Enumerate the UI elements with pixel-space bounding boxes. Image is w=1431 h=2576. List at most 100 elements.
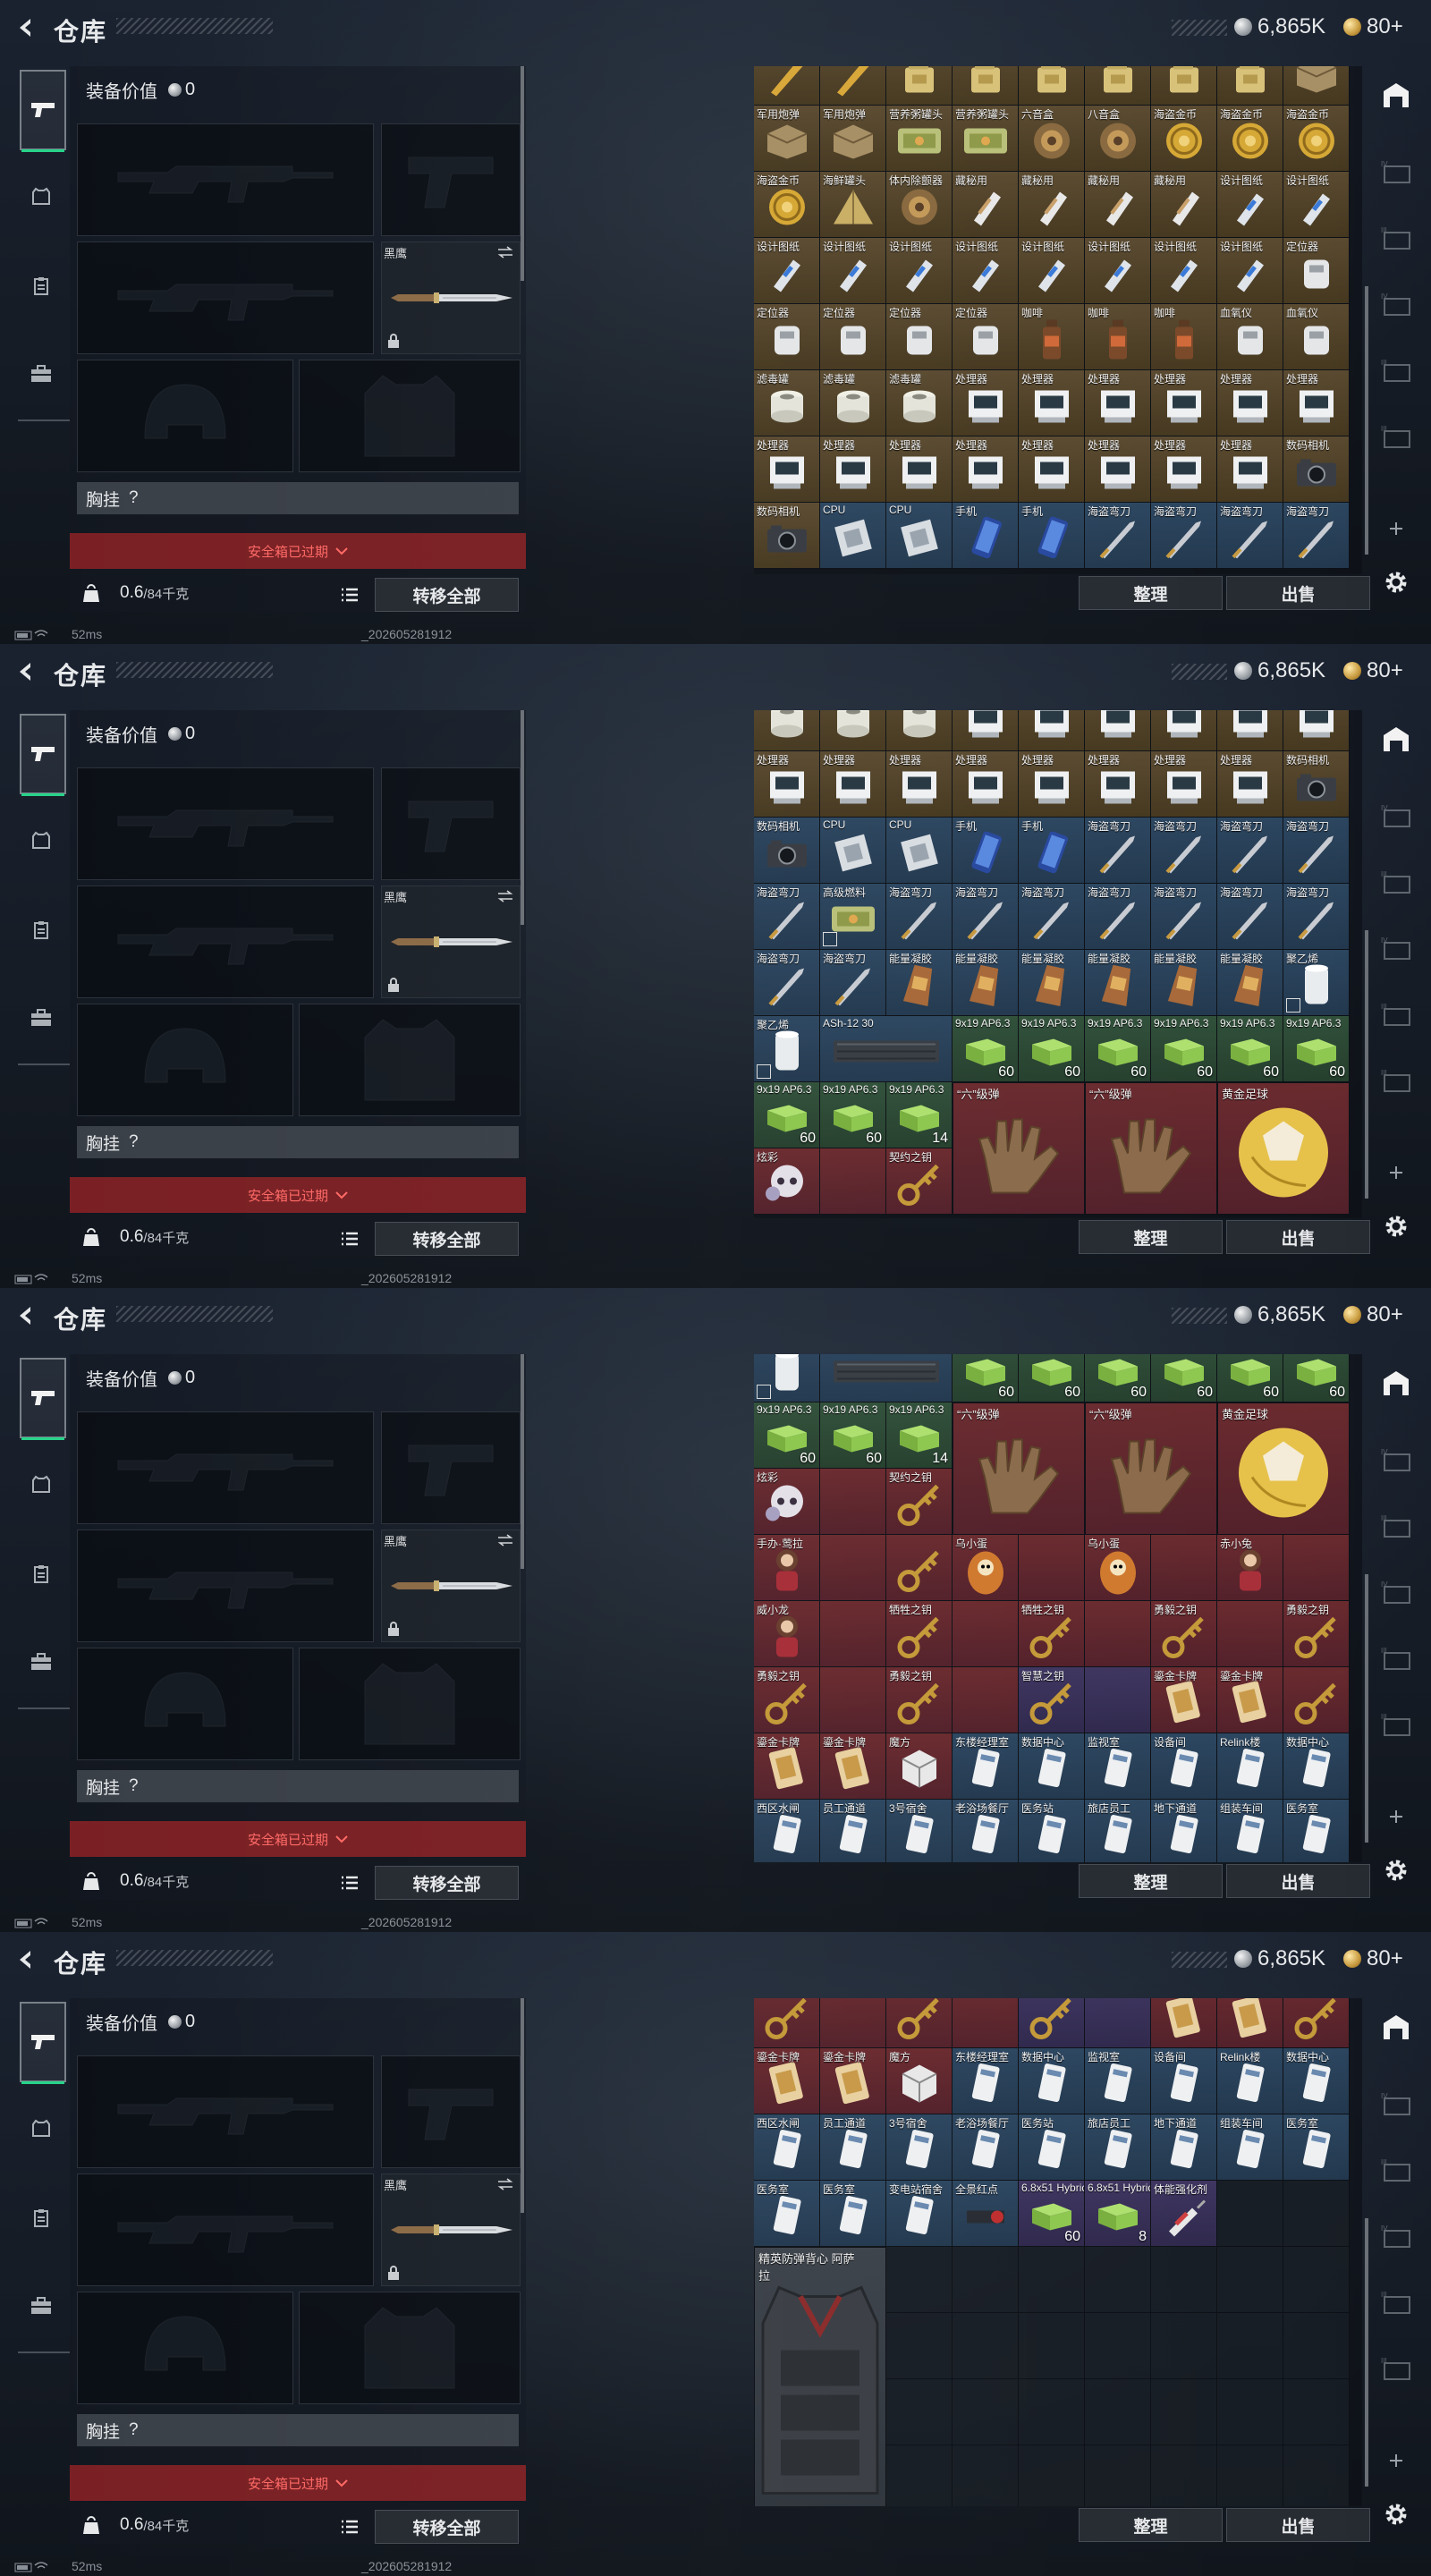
tab-equipment[interactable]: [20, 1358, 66, 1440]
item-cell[interactable]: 数码相机: [1283, 436, 1350, 503]
swap-icon[interactable]: [496, 2178, 514, 2190]
empty-cell[interactable]: [1217, 2181, 1283, 2247]
item-cell[interactable]: 鎏金卡牌: [820, 1733, 886, 1800]
rail-storage-tab[interactable]: [1381, 2012, 1411, 2043]
item-cell[interactable]: 军用炮弹: [754, 106, 820, 172]
item-cell[interactable]: 处理器: [1085, 436, 1151, 503]
pistol-slot[interactable]: [381, 2055, 521, 2168]
empty-cell[interactable]: [886, 2379, 953, 2445]
item-cell[interactable]: 体内除颤器: [886, 172, 953, 238]
secondary-weapon-slot[interactable]: [77, 242, 374, 354]
item-cell[interactable]: 军用纳: [1283, 66, 1350, 106]
container-tab-icon[interactable]: III: [1379, 2356, 1415, 2383]
item-cell[interactable]: 全景红点: [953, 2181, 1019, 2247]
transfer-all-button[interactable]: 转移全部: [375, 1866, 519, 1900]
item-cell[interactable]: 处理器: [1217, 436, 1283, 503]
transfer-all-button[interactable]: 转移全部: [375, 578, 519, 612]
item-cell[interactable]: 处理器: [754, 436, 820, 503]
item-cell[interactable]: 9x1960: [1085, 1354, 1151, 1402]
empty-cell[interactable]: [1283, 2181, 1350, 2247]
container-tab-icon[interactable]: IV: [1379, 1447, 1415, 1474]
item-cell[interactable]: 鎏金卡牌: [820, 2048, 886, 2114]
empty-cell[interactable]: [1283, 1998, 1350, 2048]
secondary-weapon-slot[interactable]: [77, 886, 374, 998]
gold-balance[interactable]: 80+: [1343, 658, 1403, 683]
list-icon[interactable]: [340, 1873, 360, 1893]
item-cell[interactable]: 9x19 AP6.3 60: [1151, 1016, 1217, 1082]
item-cell[interactable]: 鎏金卡牌: [1217, 1667, 1283, 1733]
item-cell[interactable]: 纯金打火机: [1085, 66, 1151, 106]
container-tab-icon[interactable]: III: [1379, 869, 1415, 896]
sell-button[interactable]: 出售: [1226, 2508, 1370, 2542]
large-item-cell[interactable]: 精英防弹背心 阿萨拉: [754, 2247, 886, 2506]
rail-storage-tab[interactable]: [1381, 724, 1411, 755]
armor-slot[interactable]: [299, 1648, 521, 1760]
item-cell[interactable]: 咖啡: [1019, 304, 1085, 370]
container-tab-icon[interactable]: III: [1379, 424, 1415, 451]
item-cell[interactable]: 炫彩: [754, 1469, 820, 1535]
large-item-cell[interactable]: “六”级弹: [1085, 1082, 1217, 1215]
item-cell[interactable]: 海盗弯刀: [1217, 503, 1283, 569]
item-cell[interactable]: 纯金打火机: [1019, 66, 1085, 106]
empty-cell[interactable]: [1019, 2247, 1085, 2313]
item-cell[interactable]: 组装车间: [1217, 2114, 1283, 2181]
empty-cell[interactable]: [953, 2379, 1019, 2445]
item-cell[interactable]: 鎏金卡牌: [754, 1733, 820, 1800]
melee-slot[interactable]: 黑鹰: [381, 2174, 521, 2286]
container-tab-icon[interactable]: IV: [1379, 292, 1415, 318]
item-cell[interactable]: 赤小兔: [1217, 1535, 1283, 1601]
tab-armor[interactable]: [20, 2107, 63, 2150]
item-cell[interactable]: 海盗金币: [1217, 106, 1283, 172]
silver-balance[interactable]: 6,865K: [1234, 14, 1325, 39]
item-cell[interactable]: 炫彩: [754, 1148, 820, 1215]
item-cell[interactable]: 勇毅之钥: [886, 1667, 953, 1733]
pistol-slot[interactable]: [381, 1411, 521, 1524]
equipment-scrollbar[interactable]: [521, 66, 524, 281]
item-cell[interactable]: 藏秘用: [1151, 172, 1217, 238]
item-cell[interactable]: 变电站宿舍: [886, 2181, 953, 2247]
item-cell[interactable]: 魔方: [886, 1733, 953, 1800]
primary-weapon-slot[interactable]: [77, 123, 374, 236]
transfer-all-button[interactable]: 转移全部: [375, 1222, 519, 1256]
tab-backpack[interactable]: [20, 1640, 63, 1683]
add-container-button[interactable]: [1381, 513, 1411, 544]
empty-cell[interactable]: [1019, 1535, 1085, 1601]
item-cell[interactable]: 9x19 AP6.3 14: [886, 1082, 953, 1148]
item-cell[interactable]: 能量凝胶: [953, 950, 1019, 1016]
armor-slot[interactable]: [299, 2292, 521, 2404]
item-cell[interactable]: 处理器: [1019, 370, 1085, 436]
empty-cell[interactable]: [1217, 2247, 1283, 2313]
empty-cell[interactable]: [1283, 1535, 1350, 1601]
empty-cell[interactable]: [953, 2313, 1019, 2379]
sort-button[interactable]: 整理: [1079, 576, 1223, 610]
tab-rig[interactable]: [20, 1553, 63, 1596]
item-cell[interactable]: ASh-12 30: [820, 1354, 953, 1402]
item-cell[interactable]: 鎏金卡牌: [1217, 1998, 1283, 2048]
tab-rig[interactable]: [20, 909, 63, 952]
empty-cell[interactable]: [953, 2247, 1019, 2313]
item-cell[interactable]: 海盗弯刀: [1085, 884, 1151, 950]
item-cell[interactable]: 处理器: [820, 436, 886, 503]
equipment-scrollbar[interactable]: [521, 1354, 524, 1569]
item-cell[interactable]: 营养粥罐头: [953, 106, 1019, 172]
item-cell[interactable]: 地下通道: [1151, 1800, 1217, 1862]
item-cell[interactable]: 员工通道: [820, 1800, 886, 1862]
item-cell[interactable]: 设计图纸: [1217, 238, 1283, 304]
item-cell[interactable]: 处理器: [754, 751, 820, 818]
empty-cell[interactable]: [886, 2445, 953, 2506]
tab-rig[interactable]: [20, 2197, 63, 2240]
empty-cell[interactable]: [1283, 1667, 1350, 1733]
item-cell[interactable]: 处理器: [953, 710, 1019, 751]
item-cell[interactable]: 旅店员工: [1085, 1800, 1151, 1862]
item-cell[interactable]: 医务室: [820, 2181, 886, 2247]
item-cell[interactable]: 处理器: [1019, 436, 1085, 503]
item-cell[interactable]: 3号宿舍: [886, 2114, 953, 2181]
container-tab-icon[interactable]: III: [1379, 2290, 1415, 2317]
silver-balance[interactable]: 6,865K: [1234, 1302, 1325, 1327]
melee-slot[interactable]: 黑鹰: [381, 1530, 521, 1642]
item-cell[interactable]: 鎏金卡牌: [1151, 1998, 1217, 2048]
large-item-cell[interactable]: “六”级弹: [953, 1402, 1085, 1535]
item-cell[interactable]: 海盗弯刀: [1217, 818, 1283, 884]
item-cell[interactable]: 海盗弯刀: [1151, 884, 1217, 950]
item-cell[interactable]: 9x1960: [1019, 1354, 1085, 1402]
